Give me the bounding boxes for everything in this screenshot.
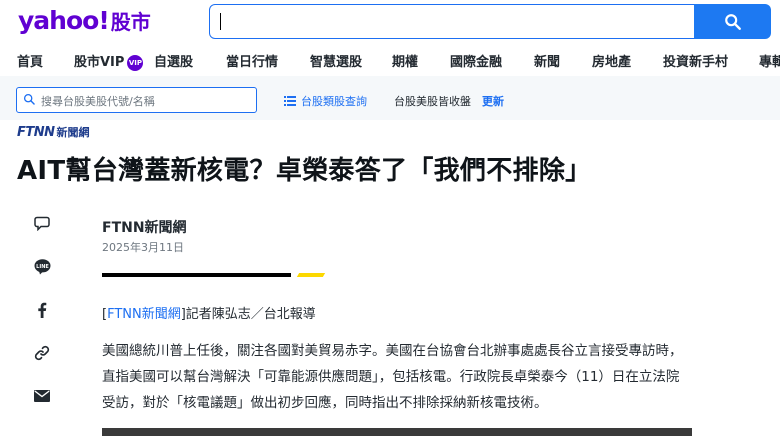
link-icon [34,345,50,361]
nav-watchlist[interactable]: 自選股 [154,51,193,70]
line-icon: LINE [34,258,50,274]
logo-brand: yahoo! [18,6,110,35]
facebook-icon [38,302,47,318]
svg-text:LINE: LINE [36,264,49,270]
nav-smart-screener[interactable]: 智慧選股 [310,51,362,70]
search-button[interactable] [694,4,771,39]
refresh-button[interactable]: 更新 [482,93,504,109]
text-caret [220,13,221,30]
yahoo-stock-logo[interactable]: yahoo! 股市 [18,5,151,37]
sector-filter-link[interactable]: 台股類股查詢 [284,93,367,109]
mail-icon [34,390,50,402]
nav-real-estate[interactable]: 房地產 [592,51,631,70]
nav-intl-finance[interactable]: 國際金融 [450,51,502,70]
nav-beginner[interactable]: 投資新手村 [663,51,728,70]
nav-daily-quotes[interactable]: 當日行情 [226,51,278,70]
byline-reporter: ]記者陳弘志／台北報導 [180,307,316,322]
market-status-text: 台股美股皆收盤 [394,95,471,108]
article-byline: [FTNN新聞網]記者陳弘志／台北報導 [102,303,316,322]
stock-search-placeholder: 搜尋台股美股代號/名稱 [41,95,155,108]
copy-link-button[interactable] [31,343,53,363]
article-date: 2025年3月11日 [102,241,184,254]
nav-options[interactable]: 期權 [392,51,418,70]
article-author[interactable]: FTNN新聞網 [102,217,187,237]
source-logo-suffix: 新聞網 [56,126,90,139]
comment-button[interactable] [31,213,53,233]
source-logo-mark: FTNN [17,124,55,140]
article-image [102,428,692,436]
vip-badge: VIP [127,55,144,71]
comment-icon [34,216,50,231]
divider-bar [102,273,291,277]
nav-vip[interactable]: 股市VIP VIP [74,51,144,71]
facebook-share-button[interactable] [31,300,53,320]
top-header: yahoo! 股市 [0,0,780,44]
main-nav: 首頁 股市VIP VIP 自選股 當日行情 智慧選股 期權 國際金融 新聞 房地產… [0,44,780,79]
byline-source-link[interactable]: FTNN新聞網 [107,307,181,322]
sector-filter-label: 台股類股查詢 [301,95,367,108]
nav-home[interactable]: 首頁 [17,51,43,70]
logo-section: 股市 [110,10,151,34]
article-headline: AIT幫台灣蓋新核電？卓榮泰答了「我們不排除」 [17,156,592,186]
main-search-input[interactable] [209,4,695,39]
nav-vip-label: 股市VIP [74,55,125,70]
line-share-button[interactable]: LINE [31,256,53,276]
stock-search-input[interactable]: 搜尋台股美股代號/名稱 [16,87,257,113]
list-icon [284,96,296,106]
nav-news[interactable]: 新聞 [534,51,561,79]
article-paragraph: 美國總統川普上任後，關注各國對美貿易赤字。美國在台協會台北辦事處處長谷立言接受專… [102,343,683,411]
nav-albums[interactable]: 專輯 [759,51,780,70]
source-logo[interactable]: FTNN 新聞網 [17,124,90,140]
search-icon [23,93,35,105]
divider-accent [296,273,326,277]
search-icon [724,13,741,30]
stock-subbar: 搜尋台股美股代號/名稱 台股類股查詢 台股美股皆收盤 更新 [0,76,780,120]
email-share-button[interactable] [31,386,53,406]
